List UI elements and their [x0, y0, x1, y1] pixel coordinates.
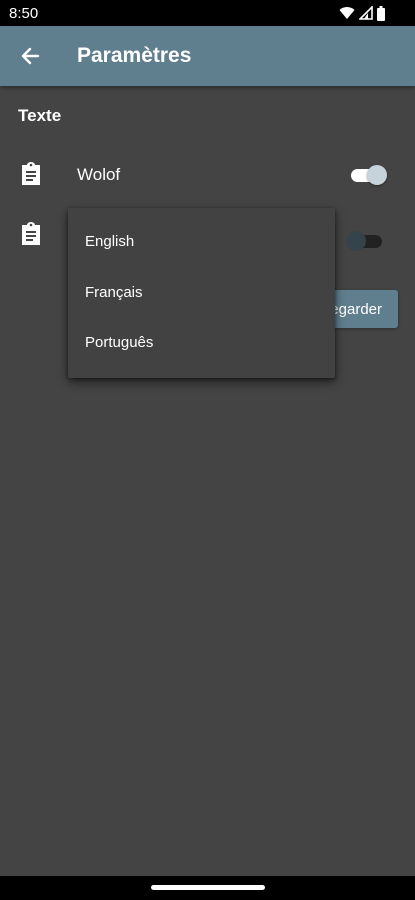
clipboard-icon	[22, 162, 40, 185]
battery-icon	[377, 5, 385, 21]
wifi-icon	[339, 7, 355, 20]
language-menu: English Français Português	[68, 208, 335, 378]
row-2-toggle[interactable]	[346, 229, 384, 253]
app-bar: Paramètres	[0, 26, 415, 86]
toggle-thumb	[346, 231, 366, 251]
menu-item-portugues[interactable]: Português	[68, 318, 335, 368]
signal-icon	[359, 6, 373, 20]
section-title: Texte	[18, 106, 62, 125]
menu-item-label: English	[85, 233, 135, 250]
status-bar: 8:50	[0, 0, 415, 26]
home-gesture-handle[interactable]	[151, 885, 265, 890]
menu-item-francais[interactable]: Français	[68, 268, 335, 318]
status-icons	[339, 5, 385, 21]
clipboard-icon	[22, 222, 40, 245]
row-label-wolof: Wolof	[77, 165, 121, 184]
menu-item-english[interactable]: English	[68, 217, 335, 267]
wolof-toggle[interactable]	[349, 163, 387, 187]
back-button[interactable]	[14, 40, 46, 72]
page-title: Paramètres	[77, 44, 192, 67]
save-button-label: egarder	[330, 301, 382, 318]
status-time: 8:50	[9, 5, 39, 22]
menu-item-label: Português	[85, 334, 154, 351]
menu-item-label: Français	[85, 284, 143, 301]
navigation-bar	[0, 876, 415, 900]
toggle-thumb	[367, 165, 387, 185]
arrow-back-icon	[21, 47, 40, 65]
